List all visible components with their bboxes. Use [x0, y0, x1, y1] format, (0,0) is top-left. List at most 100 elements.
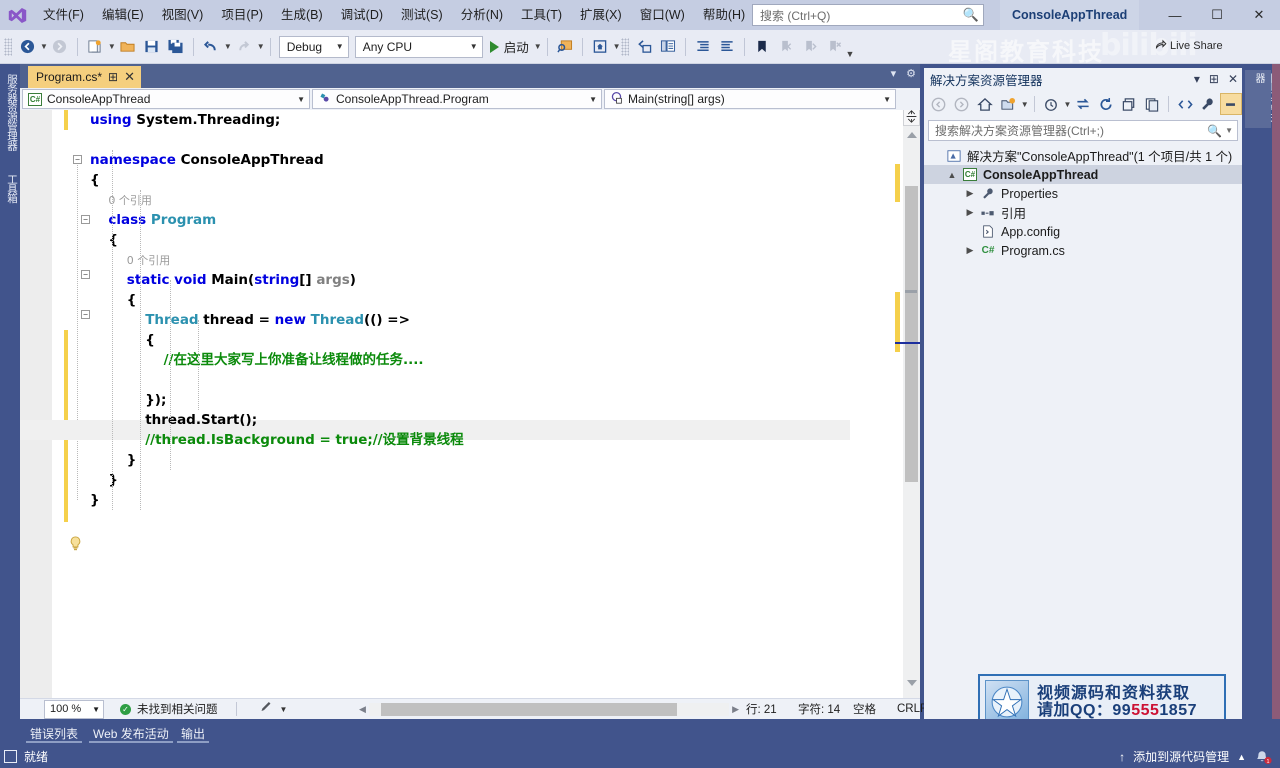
solution-explorer-search[interactable]: 搜索解决方案资源管理器(Ctrl+;) 🔍 ▼ [928, 120, 1238, 141]
copy-icon[interactable] [656, 34, 680, 60]
outlining-margin[interactable]: − − − − [72, 110, 90, 698]
tree-expander[interactable]: ▲ [944, 170, 960, 180]
toolbar-grip[interactable] [620, 37, 629, 56]
navigate-forward-icon[interactable] [48, 34, 72, 60]
tab-error-list[interactable]: 错误列表 [22, 721, 87, 745]
undo-icon[interactable] [199, 34, 223, 60]
pin-icon[interactable]: ⊞ [108, 70, 118, 84]
vertical-tab-server-explorer[interactable]: 服务器资源管理器 [0, 68, 20, 156]
indent-icon[interactable] [691, 34, 715, 60]
close-button[interactable]: ✕ [1238, 0, 1280, 30]
start-debug-button[interactable]: 启动 [486, 34, 533, 60]
tree-item-solution[interactable]: 解决方案"ConsoleAppThread"(1 个项目/共 1 个) [924, 146, 1242, 165]
tree-expander[interactable]: ▶ [962, 245, 978, 256]
solution-platform-combo[interactable]: Any CPU ▼ [354, 35, 483, 58]
redo-icon[interactable] [232, 34, 256, 60]
navbar-member-combo[interactable]: Main(string[] args) ▼ [604, 89, 896, 109]
chevron-down-icon[interactable]: ▾ [891, 67, 897, 80]
chevron-down-icon[interactable]: ▼ [1225, 126, 1233, 135]
zoom-level-combo[interactable]: 100 % ▼ [44, 699, 104, 719]
properties-icon[interactable] [1197, 93, 1219, 115]
bookmark-next-icon[interactable] [798, 34, 822, 60]
scroll-left-arrow[interactable]: ◀ [356, 704, 369, 715]
tree-item-app-config[interactable]: App.config [924, 222, 1242, 241]
menu-project[interactable]: 项目(P) [212, 0, 272, 30]
right-dock-tab-team-explorer[interactable]: 团队资源管理器 [1245, 70, 1279, 128]
attach-process-icon[interactable] [553, 34, 577, 60]
maximize-button[interactable]: ☐ [1196, 0, 1238, 30]
fold-toggle-namespace[interactable]: − [73, 155, 82, 164]
glyph-margin[interactable] [20, 110, 52, 698]
menu-window[interactable]: 窗口(W) [631, 0, 694, 30]
tab-output[interactable]: 输出 [173, 721, 214, 745]
menu-build[interactable]: 生成(B) [272, 0, 332, 30]
fold-toggle-class[interactable]: − [81, 215, 90, 224]
solution-explorer-tree[interactable]: 解决方案"ConsoleAppThread"(1 个项目/共 1 个) ▲ C#… [924, 146, 1242, 260]
scroll-up-arrow[interactable] [907, 132, 917, 138]
close-icon[interactable]: ✕ [124, 69, 135, 85]
menu-extensions[interactable]: 扩展(X) [571, 0, 631, 30]
tree-item-references[interactable]: ▶ 引用 [924, 203, 1242, 222]
close-icon[interactable]: ✕ [1228, 72, 1238, 86]
tree-expander[interactable]: ▶ [962, 188, 978, 199]
horizontal-scroll-thumb[interactable] [380, 702, 677, 716]
view-dropdown-icon[interactable] [1040, 93, 1062, 115]
bookmark-prev-icon[interactable] [774, 34, 798, 60]
vertical-scroll-thumb[interactable] [905, 186, 918, 482]
open-file-icon[interactable] [116, 34, 140, 60]
tree-expander[interactable]: ▶ [962, 207, 978, 218]
magnifier-icon[interactable]: 🔍 [1207, 124, 1222, 138]
editor-vertical-scrollbar[interactable] [895, 110, 920, 698]
start-debug-dropdown-icon[interactable]: ▼ [534, 42, 542, 51]
menu-file[interactable]: 文件(F) [34, 0, 93, 30]
navbar-type-combo[interactable]: ConsoleAppThread.Program ▼ [312, 89, 602, 109]
redo-dropdown-icon[interactable]: ▼ [257, 42, 265, 51]
live-share-button[interactable]: Live Share [1154, 38, 1223, 54]
outdent-icon[interactable] [715, 34, 739, 60]
window-icon[interactable] [632, 34, 656, 60]
home-icon[interactable] [588, 34, 612, 60]
scroll-right-arrow[interactable]: ▶ [729, 704, 742, 715]
quick-launch-search[interactable]: 搜索 (Ctrl+Q) 🔍 [752, 4, 984, 26]
toolbar-grip[interactable] [4, 37, 12, 56]
editor-horizontal-scrollbar[interactable]: ◀ ▶ [356, 701, 742, 717]
back-icon[interactable] [928, 93, 950, 115]
menu-debug[interactable]: 调试(D) [332, 0, 392, 30]
navigate-back-icon[interactable] [15, 34, 39, 60]
navbar-project-combo[interactable]: C# ConsoleAppThread ▼ [22, 89, 310, 109]
add-to-source-control-button[interactable]: 添加到源代码管理 [1133, 748, 1229, 765]
menu-tools[interactable]: 工具(T) [512, 0, 571, 30]
solution-configuration-combo[interactable]: Debug ▼ [278, 35, 349, 58]
sync-with-document-icon[interactable] [1072, 93, 1094, 115]
new-project-dropdown-icon[interactable]: ▼ [108, 42, 116, 51]
vertical-tab-toolbox[interactable]: 工具箱 [0, 164, 20, 212]
code-editor[interactable]: − − − − using System.Threading; namespace… [20, 110, 920, 698]
menu-help[interactable]: 帮助(H) [694, 0, 754, 30]
code-text[interactable]: using System.Threading; namespace Console… [90, 110, 920, 698]
undo-dropdown-icon[interactable]: ▼ [224, 42, 232, 51]
menu-view[interactable]: 视图(V) [153, 0, 213, 30]
fold-toggle-lambda[interactable]: − [81, 310, 90, 319]
chevron-up-icon[interactable]: ▲ [1237, 752, 1246, 762]
tab-web-publish-activity[interactable]: Web 发布活动 [85, 721, 177, 745]
toolbar-overflow-icon[interactable]: ▼ [846, 49, 855, 59]
chevron-down-icon[interactable]: ▾ [1194, 72, 1200, 86]
save-icon[interactable] [140, 34, 164, 60]
save-all-icon[interactable] [164, 34, 188, 60]
fold-toggle-method[interactable]: − [81, 270, 90, 279]
chevron-down-icon[interactable]: ▼ [280, 705, 288, 714]
pin-icon[interactable]: ⊞ [1209, 72, 1219, 86]
pencil-dropdown-icon[interactable] [259, 700, 273, 718]
chevron-down-icon[interactable]: ▼ [1021, 100, 1029, 109]
bookmark-clear-icon[interactable] [822, 34, 846, 60]
home-icon[interactable] [974, 93, 996, 115]
menu-edit[interactable]: 编辑(E) [93, 0, 153, 30]
notification-bell-icon[interactable]: 1 [1254, 749, 1272, 765]
forward-icon[interactable] [951, 93, 973, 115]
chevron-down-icon[interactable]: ▼ [1064, 100, 1072, 109]
lightbulb-icon[interactable] [68, 535, 83, 553]
navigate-back-dropdown-icon[interactable]: ▼ [40, 42, 48, 51]
horizontal-scroll-track[interactable] [368, 702, 730, 716]
minimize-button[interactable]: — [1154, 0, 1196, 30]
scroll-down-arrow[interactable] [907, 680, 917, 686]
